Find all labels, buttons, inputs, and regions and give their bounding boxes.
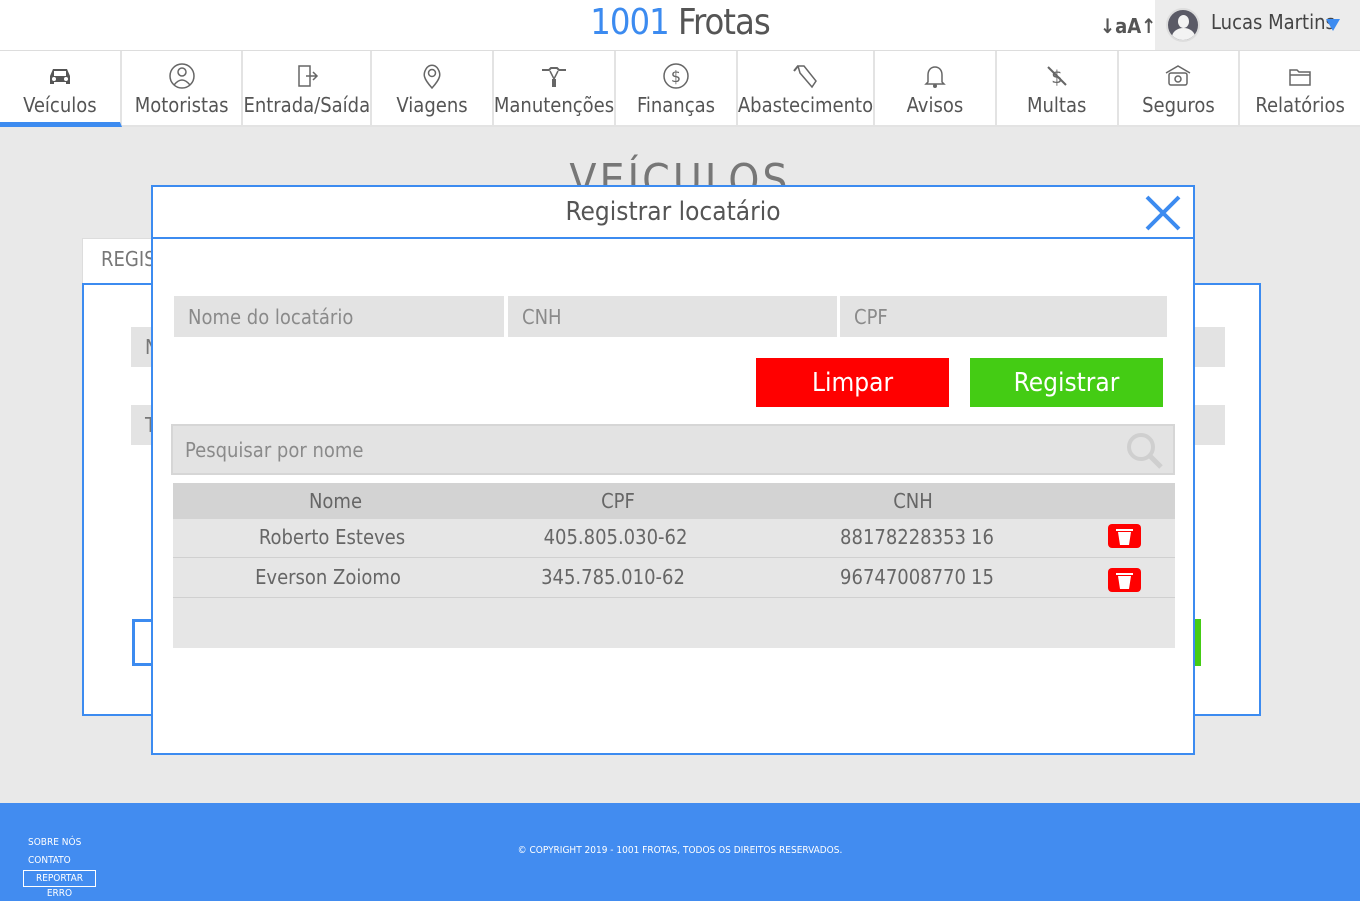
search-bar — [171, 424, 1175, 475]
fuel-icon — [738, 51, 873, 91]
folder-icon — [1240, 51, 1360, 91]
register-tenant-modal: Registrar locatário Limpar Registrar Nom… — [151, 185, 1195, 755]
contact-link[interactable]: Contato — [28, 855, 71, 866]
dollar-icon: $ — [616, 51, 736, 91]
nav-item-manutencoes[interactable]: Manutenções — [493, 51, 617, 127]
car-icon — [0, 51, 120, 91]
nav-item-avisos[interactable]: Avisos — [875, 51, 997, 127]
nav-label: Entrada/Saída — [243, 93, 371, 117]
footer: Sobre nós Contato Reportar erro © Copyri… — [0, 803, 1360, 901]
door-icon — [243, 51, 370, 91]
tenants-table: Nome CPF CNH Roberto Esteves 405.805.030… — [173, 483, 1175, 648]
nav-item-motoristas[interactable]: Motoristas — [121, 51, 244, 127]
copyright: © Copyright 2019 - 1001 Frotas, todos os… — [517, 845, 843, 856]
user-menu[interactable]: Lucas Martins — [1155, 0, 1360, 50]
insurance-icon — [1119, 51, 1239, 91]
cnh-input[interactable] — [508, 296, 837, 337]
background-field-right-2[interactable] — [1190, 405, 1225, 445]
background-outline-button[interactable] — [132, 619, 152, 666]
wrench-icon — [494, 51, 614, 91]
avatar — [1166, 8, 1200, 42]
table-row[interactable]: Everson Zoiomo 345.785.010-62 9674700877… — [173, 559, 1175, 598]
nav-label: Abastecimento — [737, 93, 874, 117]
svg-text:$: $ — [671, 67, 681, 86]
cell-cnh: 88178228353 — [840, 525, 966, 549]
background-field-right[interactable] — [1190, 327, 1225, 367]
nav-item-veiculos[interactable]: Veículos — [0, 51, 122, 127]
delete-row-button[interactable] — [1108, 524, 1141, 548]
search-icon[interactable] — [1123, 430, 1167, 470]
modal-title: Registrar locatário — [565, 197, 781, 227]
logo-name: Frotas — [677, 2, 771, 43]
nav-label: Finanças — [636, 93, 715, 117]
cell-name: Roberto Esteves — [258, 525, 406, 549]
cell-cnh: 96747008770 — [840, 565, 966, 589]
cell-cnh-extra: 15 — [971, 565, 994, 589]
nav-item-viagens[interactable]: Viagens — [372, 51, 494, 127]
cell-name: Everson Zoiomo — [255, 565, 401, 589]
column-header-cnh: CNH — [893, 489, 933, 513]
column-header-name: Nome — [308, 489, 363, 513]
nav-item-multas[interactable]: $ Multas — [996, 51, 1119, 127]
search-input[interactable] — [173, 426, 1113, 473]
cell-cpf: 345.785.010-62 — [541, 565, 685, 589]
modal-header: Registrar locatário — [153, 187, 1193, 239]
nav-label: Manutenções — [493, 93, 615, 117]
cell-cpf: 405.805.030-62 — [543, 525, 688, 549]
logo-number: 1001 — [590, 2, 669, 43]
nav-label: Viagens — [396, 93, 468, 117]
nav-item-financas[interactable]: $ Finanças — [616, 51, 738, 127]
driver-icon — [122, 51, 242, 91]
nav-label: Veículos — [23, 93, 97, 117]
font-size-toggle-button[interactable]: ↓aA↑ — [1100, 10, 1156, 42]
nav-item-abastecimento[interactable]: Abastecimento — [737, 51, 876, 127]
nav-label: Multas — [1026, 93, 1087, 117]
chevron-down-icon[interactable] — [1326, 19, 1340, 31]
fine-icon: $ — [997, 51, 1117, 91]
column-header-cpf: CPF — [601, 489, 635, 513]
map-pin-icon — [372, 51, 492, 91]
svg-text:$: $ — [1051, 67, 1062, 88]
nav-label: Seguros — [1142, 93, 1215, 117]
top-header: 1001 Frotas ↓aA↑ Lucas Martins — [0, 0, 1360, 50]
delete-row-button[interactable] — [1108, 568, 1141, 592]
nav-item-seguros[interactable]: Seguros — [1118, 51, 1241, 127]
nav-item-relatorios[interactable]: Relatórios — [1240, 51, 1360, 127]
tenant-name-input[interactable] — [174, 296, 504, 337]
clear-button[interactable]: Limpar — [756, 358, 949, 407]
close-icon[interactable] — [1143, 193, 1183, 233]
report-error-link[interactable]: Reportar erro — [23, 870, 96, 899]
register-button[interactable]: Registrar — [970, 358, 1163, 407]
nav-label: Relatórios — [1255, 93, 1345, 117]
bell-icon — [875, 51, 995, 91]
user-name: Lucas Martins — [1211, 10, 1335, 34]
table-header: Nome CPF CNH — [173, 483, 1175, 519]
nav-label: Motoristas — [134, 93, 229, 117]
cell-cnh-extra: 16 — [971, 525, 994, 549]
cpf-input[interactable] — [840, 296, 1167, 337]
nav-label: Avisos — [906, 93, 964, 117]
main-nav: Veículos Motoristas Entrada/Saída Viagen… — [0, 50, 1360, 127]
nav-item-entrada-saida[interactable]: Entrada/Saída — [243, 51, 373, 127]
trash-icon — [1116, 529, 1133, 545]
trash-icon — [1116, 573, 1133, 589]
table-row[interactable]: Roberto Esteves 405.805.030-62 881782283… — [173, 519, 1175, 558]
